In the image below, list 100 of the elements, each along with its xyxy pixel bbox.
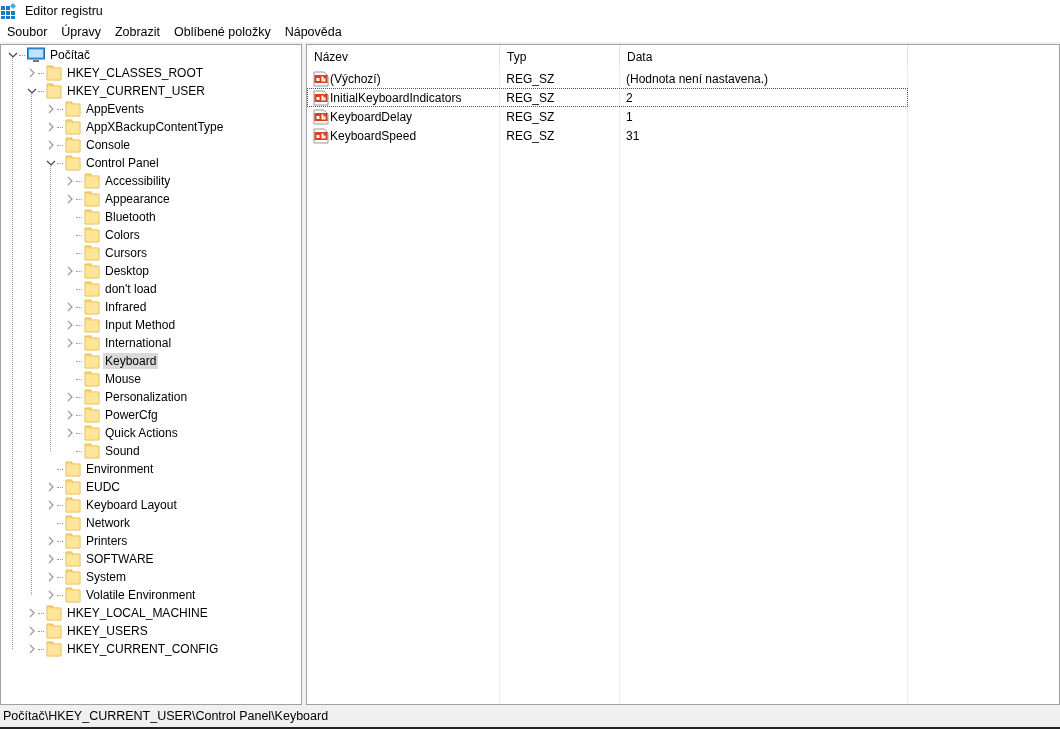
tree-item[interactable]: SOFTWARE bbox=[84, 551, 156, 567]
table-row[interactable]: InitialKeyboardIndicators REG_SZ 2 bbox=[307, 88, 908, 107]
expand-chevron-icon[interactable] bbox=[67, 428, 73, 438]
folder-icon bbox=[46, 623, 62, 639]
menu-item[interactable]: Soubor bbox=[0, 25, 55, 39]
tree-item[interactable]: Console bbox=[84, 137, 133, 153]
table-cell: (Výchozí) bbox=[330, 71, 381, 86]
expand-chevron-icon[interactable] bbox=[48, 122, 54, 132]
string-value-icon bbox=[313, 127, 329, 144]
expand-chevron-icon[interactable] bbox=[48, 482, 54, 492]
table-row[interactable]: KeyboardSpeed REG_SZ 31 bbox=[307, 126, 908, 145]
tree-item[interactable]: Desktop bbox=[103, 263, 152, 279]
expand-chevron-icon[interactable] bbox=[67, 302, 73, 312]
registry-icon bbox=[1, 3, 17, 19]
column-header[interactable]: Typ bbox=[500, 45, 620, 69]
tree-item[interactable]: Bluetooth bbox=[103, 209, 158, 225]
tree-item[interactable]: Input Method bbox=[103, 317, 178, 333]
expand-chevron-icon[interactable] bbox=[48, 554, 54, 564]
expand-chevron-icon[interactable] bbox=[29, 608, 35, 618]
expand-chevron-icon[interactable] bbox=[48, 140, 54, 150]
tree-item[interactable]: Colors bbox=[103, 227, 142, 243]
tree-item[interactable]: Cursors bbox=[103, 245, 149, 261]
tree-item[interactable]: Sound bbox=[103, 443, 142, 459]
folder-icon bbox=[46, 605, 62, 621]
tree-item[interactable]: Control Panel bbox=[84, 155, 161, 171]
tree-item[interactable]: Počítač bbox=[48, 47, 93, 63]
tree-item[interactable]: International bbox=[103, 335, 174, 351]
folder-icon bbox=[84, 299, 100, 315]
tree-item[interactable]: HKEY_CURRENT_USER bbox=[65, 83, 208, 99]
tree-item[interactable]: Appearance bbox=[103, 191, 172, 207]
tree-item[interactable]: AppXBackupContentType bbox=[84, 119, 226, 135]
expand-chevron-icon[interactable] bbox=[67, 176, 73, 186]
expand-chevron-icon[interactable] bbox=[48, 104, 54, 114]
folder-icon bbox=[65, 551, 81, 567]
string-value-icon bbox=[313, 70, 329, 87]
status-bar: Počítač\HKEY_CURRENT_USER\Control Panel\Keyboard bbox=[0, 705, 1060, 729]
column-header[interactable]: Data bbox=[620, 45, 908, 69]
menu-item[interactable]: Zobrazit bbox=[107, 25, 168, 39]
tree-item[interactable]: HKEY_CLASSES_ROOT bbox=[65, 65, 206, 81]
menu-item[interactable]: Nápověda bbox=[277, 25, 349, 39]
tree-item[interactable]: Personalization bbox=[103, 389, 190, 405]
expand-chevron-icon[interactable] bbox=[48, 536, 54, 546]
tree-item[interactable]: Printers bbox=[84, 533, 130, 549]
tree-item[interactable]: Infrared bbox=[103, 299, 149, 315]
tree-item[interactable]: Keyboard bbox=[103, 353, 159, 369]
expand-chevron-icon[interactable] bbox=[48, 590, 54, 600]
folder-icon bbox=[84, 425, 100, 441]
folder-icon bbox=[84, 245, 100, 261]
table-row[interactable]: (Výchozí) REG_SZ (Hodnota není nastavena.) bbox=[307, 69, 908, 88]
tree-item[interactable]: Environment bbox=[84, 461, 156, 477]
collapse-chevron-icon[interactable] bbox=[46, 160, 56, 166]
tree-item[interactable]: HKEY_CURRENT_CONFIG bbox=[65, 641, 221, 657]
tree-item[interactable]: EUDC bbox=[84, 479, 122, 495]
string-value-icon bbox=[313, 108, 329, 125]
tree-item[interactable]: HKEY_USERS bbox=[65, 623, 150, 639]
expand-chevron-icon[interactable] bbox=[29, 68, 35, 78]
tree-item[interactable]: Network bbox=[84, 515, 132, 531]
table-cell-text: REG_SZ bbox=[505, 90, 556, 105]
folder-icon bbox=[65, 101, 81, 117]
tree-item[interactable]: Quick Actions bbox=[103, 425, 180, 441]
folder-icon bbox=[84, 353, 100, 369]
tree-item[interactable]: Volatile Environment bbox=[84, 587, 198, 603]
collapse-chevron-icon[interactable] bbox=[8, 52, 18, 58]
folder-icon bbox=[46, 641, 62, 657]
folder-icon bbox=[46, 65, 62, 81]
folder-icon bbox=[84, 371, 100, 387]
tree-item[interactable]: Keyboard Layout bbox=[84, 497, 179, 513]
folder-icon bbox=[84, 263, 100, 279]
expand-chevron-icon[interactable] bbox=[67, 194, 73, 204]
expand-chevron-icon[interactable] bbox=[67, 410, 73, 420]
tree-item[interactable]: Accessibility bbox=[103, 173, 173, 189]
collapse-chevron-icon[interactable] bbox=[27, 88, 37, 94]
tree-item[interactable]: System bbox=[84, 569, 128, 585]
string-value-icon bbox=[313, 89, 329, 106]
tree-item[interactable]: PowerCfg bbox=[103, 407, 160, 423]
expand-chevron-icon[interactable] bbox=[48, 500, 54, 510]
expand-chevron-icon[interactable] bbox=[67, 266, 73, 276]
table-cell-text: (Hodnota není nastavena.) bbox=[624, 71, 770, 86]
expand-chevron-icon[interactable] bbox=[48, 572, 54, 582]
tree-item[interactable]: Mouse bbox=[103, 371, 144, 387]
expand-chevron-icon[interactable] bbox=[67, 320, 73, 330]
folder-icon bbox=[65, 497, 81, 513]
expand-chevron-icon[interactable] bbox=[67, 392, 73, 402]
folder-icon bbox=[46, 83, 62, 99]
tree-item[interactable]: HKEY_LOCAL_MACHINE bbox=[65, 605, 210, 621]
table-cell-text: REG_SZ bbox=[505, 128, 556, 143]
expand-chevron-icon[interactable] bbox=[29, 626, 35, 636]
column-header[interactable]: Název bbox=[307, 45, 500, 69]
tree-item[interactable]: don't load bbox=[103, 281, 159, 297]
menu-item[interactable]: Oblíbené položky bbox=[167, 25, 278, 39]
folder-icon bbox=[65, 569, 81, 585]
menu-item[interactable]: Úpravy bbox=[54, 25, 108, 39]
folder-icon bbox=[65, 515, 81, 531]
expand-chevron-icon[interactable] bbox=[29, 644, 35, 654]
folder-icon bbox=[65, 587, 81, 603]
folder-icon bbox=[65, 461, 81, 477]
folder-icon bbox=[84, 317, 100, 333]
table-row[interactable]: KeyboardDelay REG_SZ 1 bbox=[307, 107, 908, 126]
expand-chevron-icon[interactable] bbox=[67, 338, 73, 348]
tree-item[interactable]: AppEvents bbox=[84, 101, 147, 117]
